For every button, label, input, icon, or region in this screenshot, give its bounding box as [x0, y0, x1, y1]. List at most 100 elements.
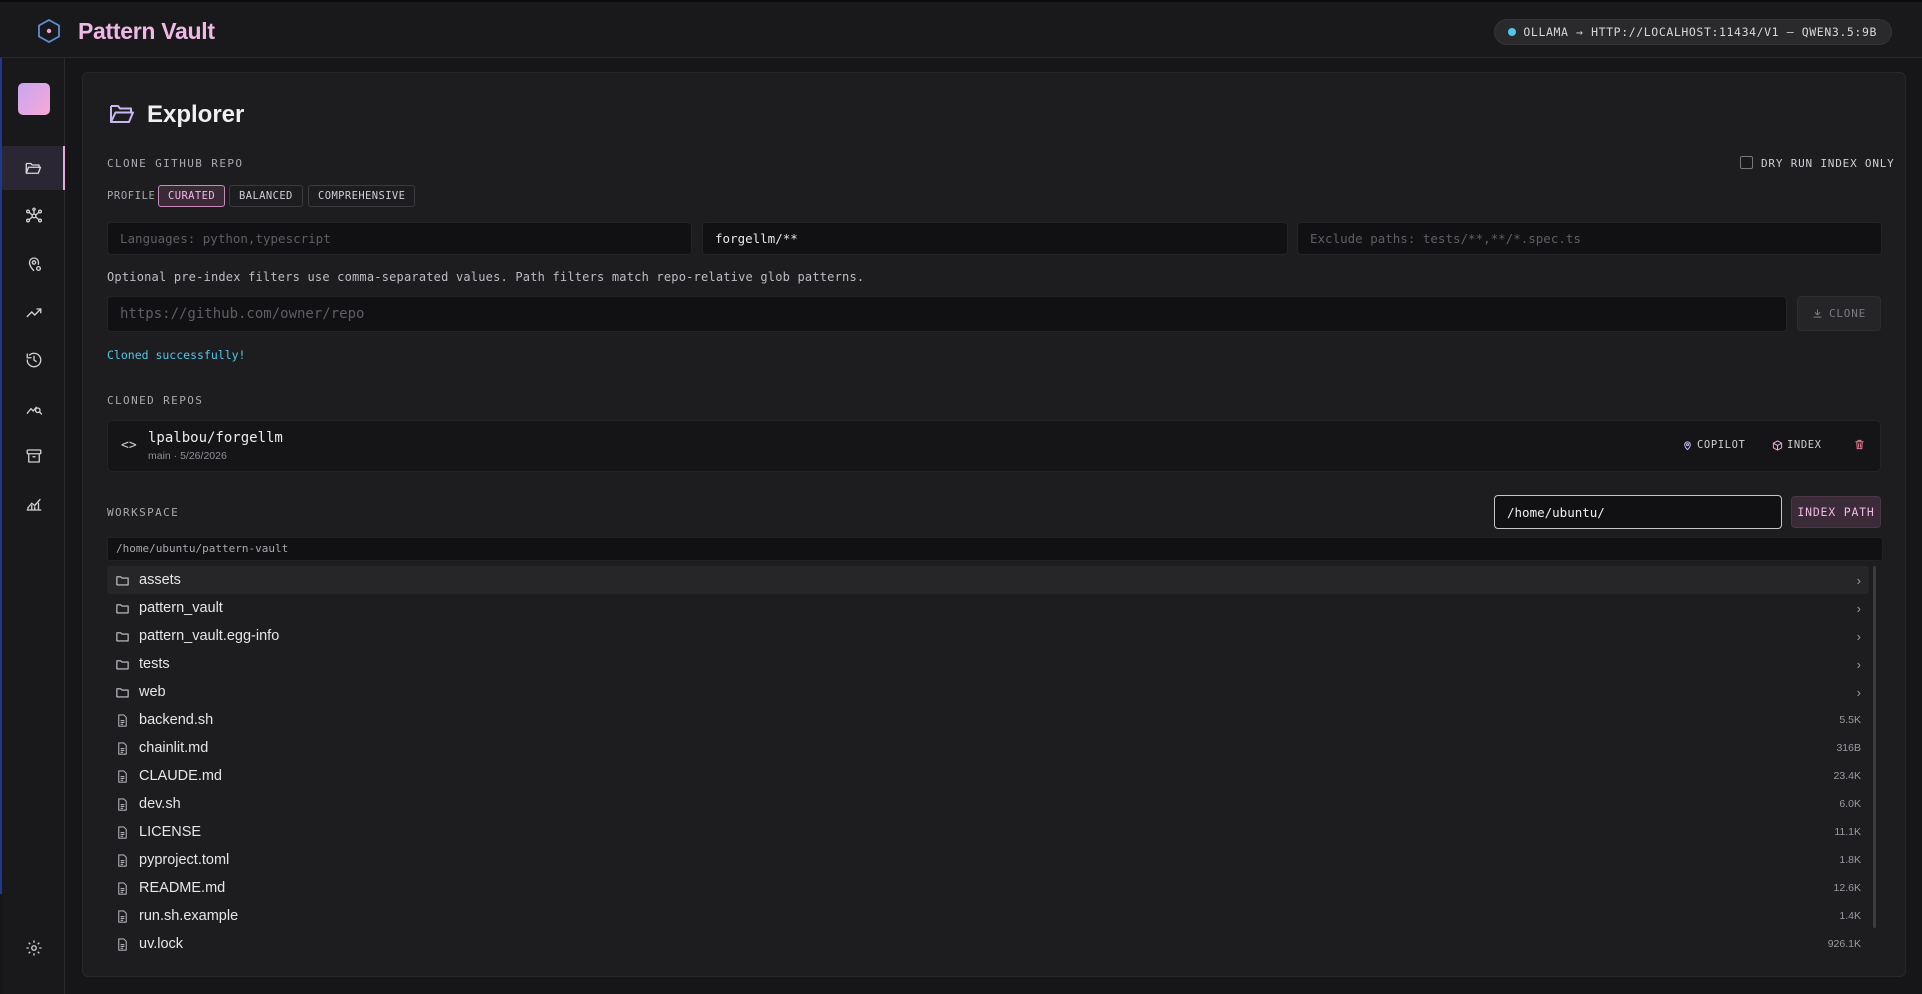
file-row[interactable]: backend.sh 5.5K	[107, 706, 1869, 734]
entry-name: pattern_vault.egg-info	[139, 628, 280, 644]
download-icon	[1813, 309, 1822, 318]
profile-chip-balanced[interactable]: BALANCED	[229, 185, 303, 207]
file-row[interactable]: uv.lock 926.1K	[107, 930, 1869, 958]
file-icon	[118, 937, 127, 951]
archive-box-icon	[26, 449, 41, 463]
folder-icon	[116, 603, 129, 613]
clone-success-message: Cloned successfully!	[107, 348, 246, 362]
top-bar: Pattern Vault OLLAMA → HTTP://LOCALHOST:…	[0, 0, 1922, 58]
file-row[interactable]: chainlit.md 316B	[107, 734, 1869, 762]
file-size: 1.4K	[1839, 910, 1861, 922]
profile-label: PROFILE	[107, 190, 156, 202]
languages-placeholder: Languages: python,typescript	[120, 231, 331, 246]
file-row[interactable]: run.sh.example 1.4K	[107, 902, 1869, 930]
include-paths-input[interactable]: forgellm/**	[702, 222, 1288, 255]
entry-name: pyproject.toml	[139, 852, 230, 868]
filter-help-text: Optional pre-index filters use comma-sep…	[107, 270, 865, 284]
clone-button[interactable]: CLONE	[1797, 296, 1881, 331]
app-logo-icon	[38, 19, 60, 43]
cube-icon	[1772, 439, 1783, 451]
entry-name: chainlit.md	[139, 740, 209, 756]
folder-open-icon	[110, 105, 134, 123]
repo-index-button[interactable]: INDEX	[1772, 439, 1822, 451]
workspace-path-input[interactable]: /home/ubuntu/	[1494, 495, 1782, 529]
file-row[interactable]: pyproject.toml 1.8K	[107, 846, 1869, 874]
repo-index-label: INDEX	[1787, 439, 1822, 451]
exclude-paths-placeholder: Exclude paths: tests/**,**/*.spec.ts	[1310, 231, 1581, 246]
scrollbar-thumb[interactable]	[1873, 566, 1876, 928]
status-dot-icon	[1508, 28, 1517, 36]
file-row[interactable]: README.md 12.6K	[107, 874, 1869, 902]
entry-name: LICENSE	[139, 824, 202, 840]
network-icon	[25, 207, 42, 223]
repo-card[interactable]: <> lpalbou/forgellm main · 5/26/2026 COP…	[107, 420, 1881, 472]
workspace-path-value: /home/ubuntu/	[1507, 504, 1605, 520]
file-row[interactable]: CLAUDE.md 23.4K	[107, 762, 1869, 790]
area-chart-icon	[26, 498, 41, 511]
file-icon	[118, 713, 127, 727]
file-row[interactable]: LICENSE 11.1K	[107, 818, 1869, 846]
repo-copilot-label: COPILOT	[1697, 439, 1746, 451]
repo-delete-button[interactable]	[1854, 439, 1865, 450]
chart-search-icon	[26, 406, 42, 415]
file-size: 6.0K	[1839, 798, 1861, 810]
brain-pin-icon	[1684, 440, 1691, 450]
explorer-panel: Explorer CLONE GITHUB REPO DRY RUN INDEX…	[82, 72, 1906, 977]
current-path-breadcrumb: /home/ubuntu/pattern-vault	[107, 537, 1883, 561]
sidebar-item-explorer[interactable]	[2, 146, 65, 190]
sidebar-item-graph[interactable]	[2, 194, 65, 238]
chevron-right-icon: ›	[1856, 628, 1861, 644]
index-path-button[interactable]: INDEX PATH	[1791, 496, 1881, 528]
sidebar-item-analysis[interactable]	[2, 386, 65, 430]
folder-row[interactable]: assets ›	[107, 566, 1869, 594]
folder-row[interactable]: web ›	[107, 678, 1869, 706]
app-title: Pattern Vault	[78, 18, 215, 44]
page-title: Explorer	[147, 101, 245, 128]
file-icon	[118, 769, 127, 783]
clone-button-label: CLONE	[1828, 307, 1867, 320]
entry-name: uv.lock	[139, 936, 184, 952]
repo-copilot-button[interactable]: COPILOT	[1682, 439, 1745, 451]
gear-icon	[26, 940, 41, 956]
file-icon	[118, 909, 127, 923]
sidebar-item-settings[interactable]	[2, 926, 65, 970]
entry-name: dev.sh	[139, 796, 181, 812]
sidebar-item-archive[interactable]	[2, 434, 65, 478]
include-paths-value: forgellm/**	[715, 231, 798, 246]
profile-chip-curated[interactable]: CURATED	[158, 185, 226, 207]
folder-icon	[116, 659, 129, 669]
file-size: 5.5K	[1839, 714, 1861, 726]
file-size: 316B	[1836, 742, 1861, 754]
entry-name: run.sh.example	[139, 908, 239, 924]
folder-row[interactable]: tests ›	[107, 650, 1869, 678]
file-row[interactable]: dev.sh 6.0K	[107, 790, 1869, 818]
languages-input[interactable]: Languages: python,typescript	[107, 222, 692, 255]
folder-open-icon	[25, 162, 41, 174]
file-list: assets › pattern_vault › pattern_vault.egg-i…	[107, 566, 1883, 969]
file-size: 23.4K	[1833, 770, 1861, 782]
folder-icon	[116, 575, 129, 585]
folder-icon	[116, 631, 129, 641]
sidebar-item-trends[interactable]	[2, 290, 65, 334]
folder-row[interactable]: pattern_vault.egg-info ›	[107, 622, 1869, 650]
file-size: 12.6K	[1833, 882, 1861, 894]
folder-icon	[116, 687, 129, 697]
sidebar-item-metrics[interactable]	[2, 482, 65, 526]
dry-run-checkbox[interactable]	[1740, 156, 1753, 169]
file-list-scrollbar[interactable]	[1873, 566, 1879, 928]
entry-name: tests	[139, 656, 170, 672]
repo-url-input[interactable]: https://github.com/owner/repo	[107, 296, 1787, 332]
sidebar-item-history[interactable]	[2, 338, 65, 382]
folder-row[interactable]: pattern_vault ›	[107, 594, 1869, 622]
model-status-badge: OLLAMA → HTTP://LOCALHOST:11434/V1 — QWE…	[1494, 19, 1892, 45]
profile-chip-comprehensive[interactable]: COMPREHENSIVE	[308, 185, 416, 207]
entry-name: backend.sh	[139, 712, 214, 728]
chevron-right-icon: ›	[1856, 684, 1861, 700]
sidebar-item-copilot[interactable]	[2, 242, 65, 286]
clone-section-label: CLONE GITHUB REPO	[107, 157, 244, 170]
dry-run-label: DRY RUN INDEX ONLY	[1761, 157, 1895, 170]
entry-name: pattern_vault	[139, 600, 223, 616]
avatar[interactable]	[18, 83, 50, 115]
exclude-paths-input[interactable]: Exclude paths: tests/**,**/*.spec.ts	[1297, 222, 1882, 255]
file-icon	[118, 797, 127, 811]
